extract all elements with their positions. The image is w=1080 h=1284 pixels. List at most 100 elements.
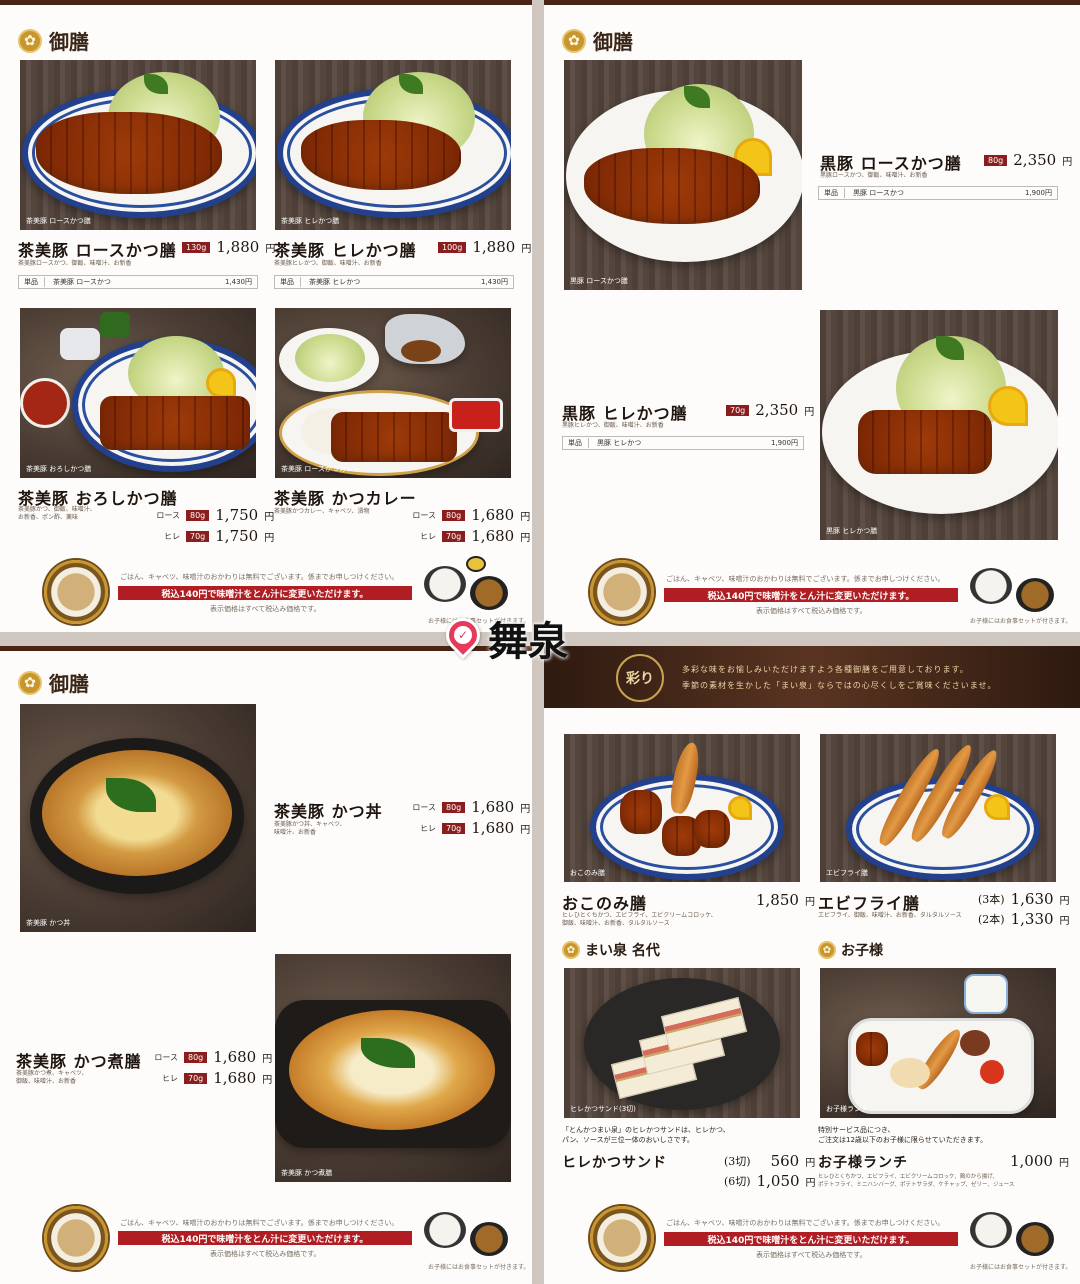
item-description: 茶美豚かつカレー、キャベツ、漬物	[274, 508, 370, 515]
photo-caption: 茶美豚 ロースかつ膳	[26, 217, 91, 225]
cut-label: ロース	[154, 1052, 178, 1062]
desc-line: 御飯、味噌汁、お新香	[16, 1078, 77, 1086]
yen-unit: 円	[264, 532, 275, 544]
photo-kurobuta-hire: 黒豚 ヒレかつ膳	[820, 310, 1058, 540]
section-title-text: 御膳	[593, 30, 633, 54]
price-value: 1,680	[471, 798, 515, 816]
watermark-logo: ✓ 舞泉	[438, 610, 604, 665]
item-name: 茶美豚 かつカレー	[274, 489, 417, 508]
photo-caption: 黒豚 ロースかつ膳	[570, 277, 628, 285]
photo-caption: お子様ランチ	[826, 1105, 868, 1113]
price-row-6kiri: (6切) 1,050 円	[724, 1172, 816, 1190]
yen-unit: 円	[521, 243, 532, 255]
menu-page-4: 彩り 多彩な味をお愉しみいただけますよう各種御膳をご用意しております。 季節の素…	[544, 646, 1080, 1284]
photo-caption: エビフライ膳	[826, 869, 868, 877]
price-value: 1,850	[756, 891, 799, 909]
desc-line: パン、ソースが三位一体のおいしさです。	[562, 1135, 694, 1144]
price-value: 1,680	[471, 506, 515, 524]
count-label: (3切)	[724, 1155, 751, 1168]
rice-bowl-icon	[424, 566, 466, 602]
single-price: 1,900円	[1024, 189, 1052, 197]
price-value: 1,330	[1010, 910, 1054, 928]
price-row-hire: ヒレ 70g 1,680 円	[148, 1069, 272, 1087]
price-row-3kiri: (3切) 560 円	[724, 1152, 815, 1170]
single-name: 黒豚 ヒレかつ	[597, 439, 642, 447]
price-row-rosu: ロース 80g 1,680 円	[406, 798, 530, 816]
yen-unit: 円	[1058, 1157, 1069, 1169]
free-refill-note: ごはん、キャベツ、味噌汁のおかわりは無料でございます。係までお申しつけください。	[120, 1219, 399, 1227]
yen-unit: 円	[804, 896, 815, 908]
weight-badge: 80g	[442, 801, 466, 813]
single-price: 1,430円	[480, 278, 508, 286]
menu-page-3: ✿ 御膳 茶美豚 かつ丼 茶美豚 かつ丼 茶美豚かつ丼、キャベツ、 味噌汁、お新香 …	[0, 646, 532, 1284]
item-name: お子様ランチ	[818, 1155, 908, 1171]
location-pin-icon: ✓	[438, 610, 488, 660]
miso-bowl-icon	[470, 1222, 508, 1256]
tax-note: 表示価格はすべて税込み価格です。	[210, 605, 321, 613]
desc-line: ご注文は12歳以下のお子様に限らせていただきます。	[818, 1135, 988, 1144]
side-note: お子様にはお食事セットが付きます。	[428, 1264, 530, 1271]
item-price: 100g 1,880 円	[438, 238, 531, 256]
yen-unit: 円	[1062, 156, 1073, 168]
tonjiru-bowl-icon	[590, 1206, 654, 1270]
photo-caption: 茶美豚 かつ丼	[26, 919, 71, 927]
intro-line: 季節の素材を生かした「まい泉」ならではの心尽くしをご賞味くださいませ。	[682, 681, 997, 690]
tonjiru-upgrade-note: 税込140円で味噌汁をとん汁に変更いただけます。	[664, 1232, 958, 1246]
sando-intro: 「とんかつまい泉」のヒレかつサンドは、ヒレかつ、 パン、ソースが三位一体のおいしさ…	[562, 1126, 730, 1146]
photo-katsu-sando: ヒレかつサンド(3切)	[564, 968, 800, 1118]
side-note: お子様にはお食事セットが付きます。	[970, 618, 1072, 625]
subsection-meidai: ✿ まい泉 名代	[562, 940, 660, 960]
price-row-rosu: ロース 80g 1,680 円	[148, 1048, 272, 1066]
yen-unit: 円	[1059, 915, 1070, 927]
photo-kurobuta-rosu: 黒豚 ロースかつ膳	[564, 60, 802, 290]
price-value: 1,680	[471, 527, 515, 545]
crest-icon: ✿	[562, 28, 586, 53]
section-title: ✿ 御膳	[562, 26, 633, 55]
item-description: 茶美豚ヒレかつ、御飯、味噌汁、お新香	[274, 260, 382, 267]
item-price: 70g 2,350 円	[726, 401, 814, 419]
photo-rosu-katsu: 茶美豚 ロースかつ膳	[20, 60, 256, 230]
weight-badge: 80g	[984, 154, 1008, 166]
tax-note: 表示価格はすべて税込み価格です。	[756, 1251, 867, 1259]
miso-bowl-icon	[470, 576, 508, 610]
section-title-text: 御膳	[49, 672, 89, 696]
free-refill-note: ごはん、キャベツ、味噌汁のおかわりは無料でございます。係までお申しつけください。	[666, 1219, 945, 1227]
weight-badge: 100g	[438, 241, 467, 253]
photo-caption: 茶美豚 おろしかつ膳	[26, 465, 92, 473]
intro-line: 多彩な味をお愉しみいただけますよう各種御膳をご用意しております。	[682, 665, 969, 674]
item-price: 1,000 円	[1010, 1152, 1069, 1170]
price-row-hire: ヒレ 70g 1,750 円	[150, 527, 274, 545]
item-name: 黒豚 ヒレかつ膳	[562, 404, 688, 423]
section-title-text: 御膳	[49, 30, 89, 54]
miso-bowl-icon	[1016, 578, 1054, 612]
item-price: 80g 2,350 円	[984, 151, 1072, 169]
count-label: (3本)	[978, 893, 1005, 906]
tonjiru-bowl-icon	[44, 560, 108, 624]
photo-caption: ヒレかつサンド(3切)	[570, 1105, 636, 1113]
yen-unit: 円	[520, 511, 531, 523]
item-description: 茶美豚ロースかつ、御飯、味噌汁、お新香	[18, 260, 132, 267]
yen-unit: 円	[520, 803, 531, 815]
tonjiru-bowl-icon	[44, 1206, 108, 1270]
photo-caption: 茶美豚 ヒレかつ膳	[281, 217, 340, 225]
crest-icon: ✿	[18, 670, 42, 695]
menu-page-2: ✿ 御膳 黒豚 ロースかつ膳 黒豚 ロースかつ膳 80g 2,350 円 黒豚ロースか…	[544, 0, 1080, 632]
item-description: 茶美豚かつ丼、キャベツ、 味噌汁、お新香	[274, 821, 346, 838]
price-value: 2,350	[1013, 151, 1057, 169]
price-value: 1,000	[1010, 1152, 1053, 1170]
desc-line: 「とんかつまい泉」のヒレかつサンドは、ヒレかつ、	[562, 1126, 730, 1134]
free-refill-note: ごはん、キャベツ、味噌汁のおかわりは無料でございます。係までお申しつけください。	[120, 573, 399, 581]
side-note: お子様にはお食事セットが付きます。	[970, 1264, 1072, 1271]
item-description: エビフライ、御飯、味噌汁、お新香、タルタルソース	[818, 912, 962, 919]
photo-hire-katsu: 茶美豚 ヒレかつ膳	[275, 60, 511, 230]
item-description: 黒豚ヒレかつ、御飯、味噌汁、お新香	[562, 422, 664, 429]
irodori-emblem: 彩り	[616, 654, 664, 702]
single-name: 茶美豚 ロースかつ	[53, 278, 111, 286]
tonjiru-upgrade-note: 税込140円で味噌汁をとん汁に変更いただけます。	[118, 586, 412, 600]
item-name: 茶美豚 ロースかつ膳	[18, 241, 177, 260]
irodori-header: 彩り 多彩な味をお愉しみいただけますよう各種御膳をご用意しております。 季節の素…	[544, 646, 1080, 708]
cut-label: ロース	[156, 510, 180, 520]
yen-unit: 円	[520, 532, 531, 544]
price-row-2: (2本) 1,330 円	[978, 910, 1070, 928]
price-value: 1,750	[215, 527, 259, 545]
